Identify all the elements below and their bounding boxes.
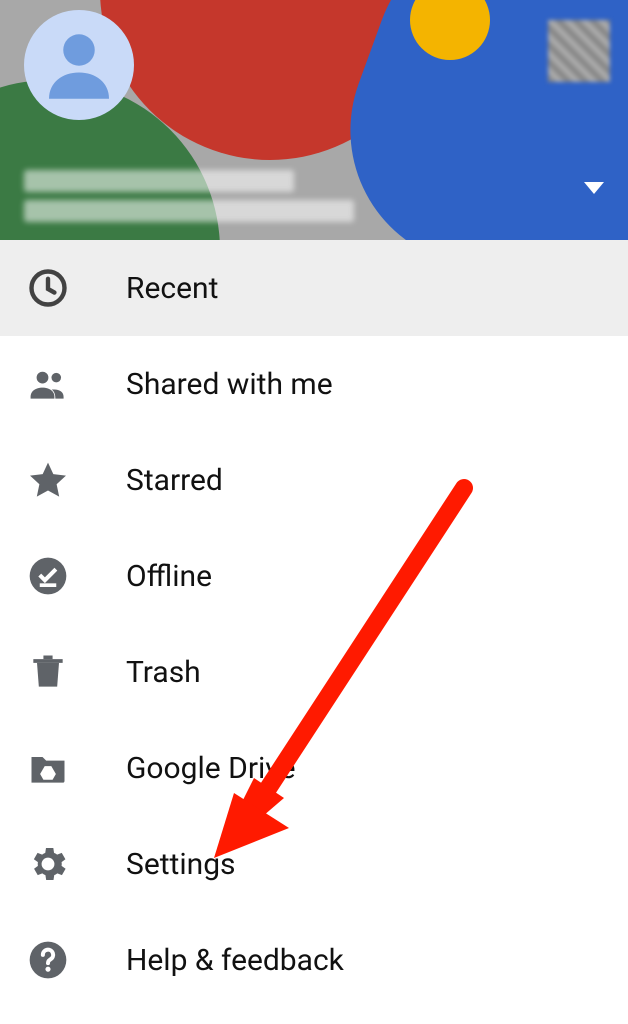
nav-item-trash[interactable]: Trash (0, 624, 628, 720)
nav-label: Recent (126, 271, 218, 306)
help-icon (26, 938, 70, 982)
drive-folder-icon (26, 746, 70, 790)
user-avatar[interactable] (24, 10, 134, 120)
nav-label: Offline (126, 559, 212, 594)
user-info (24, 170, 548, 222)
nav-label: Starred (126, 463, 223, 498)
account-dropdown-icon[interactable] (584, 182, 604, 194)
nav-item-offline[interactable]: Offline (0, 528, 628, 624)
nav-label: Google Drive (126, 751, 296, 786)
people-icon (26, 362, 70, 406)
nav-item-google-drive[interactable]: Google Drive (0, 720, 628, 816)
secondary-profile-thumb[interactable] (548, 20, 610, 82)
navigation-drawer: Recent Shared with me Starred Offline Tr… (0, 240, 628, 1008)
nav-item-shared[interactable]: Shared with me (0, 336, 628, 432)
clock-icon (26, 266, 70, 310)
nav-item-help[interactable]: Help & feedback (0, 912, 628, 1008)
nav-label: Shared with me (126, 367, 333, 402)
trash-icon (26, 650, 70, 694)
nav-item-settings[interactable]: Settings (0, 816, 628, 912)
person-icon (34, 20, 124, 110)
gear-icon (26, 842, 70, 886)
offline-pin-icon (26, 554, 70, 598)
nav-item-starred[interactable]: Starred (0, 432, 628, 528)
account-header[interactable] (0, 0, 628, 240)
user-email-redacted (24, 200, 354, 222)
star-icon (26, 458, 70, 502)
user-name-redacted (24, 170, 294, 192)
nav-item-recent[interactable]: Recent (0, 240, 628, 336)
nav-label: Help & feedback (126, 943, 344, 978)
nav-label: Trash (126, 655, 201, 690)
nav-label: Settings (126, 847, 236, 882)
